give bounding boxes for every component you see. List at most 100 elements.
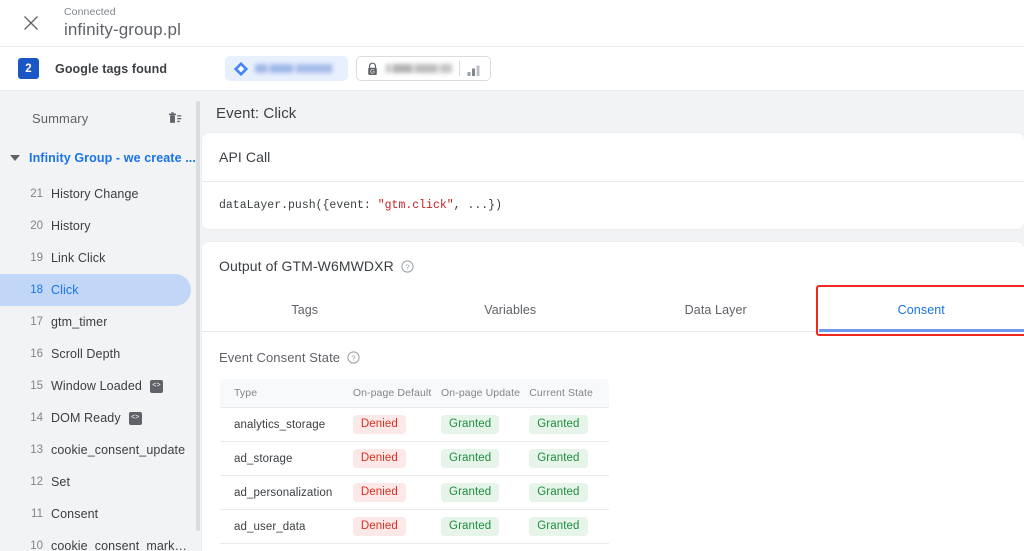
sidebar-item-set[interactable]: 12 Set	[0, 466, 191, 498]
output-card: Output of GTM-W6MWDXR ? Tags Variables Dat…	[202, 242, 1024, 551]
on-page-update-cell: Granted	[433, 475, 522, 510]
sidebar-item-cookie-consent-marketi[interactable]: 10 cookie_consent_marketi...	[0, 530, 191, 551]
sidebar-item-history-change[interactable]: 21 History Change	[0, 178, 191, 210]
sidebar-group-container[interactable]: Infinity Group - we create ...	[0, 144, 200, 172]
tab-consent[interactable]: Consent	[818, 289, 1024, 332]
sidebar-item-number: 10	[30, 540, 43, 551]
status-badge: Denied	[352, 415, 406, 434]
status-badge: Granted	[529, 449, 588, 468]
on-page-default-cell: Denied	[344, 407, 434, 442]
svg-text:?: ?	[405, 262, 409, 271]
top-header: Connected infinity-group.pl	[0, 0, 1024, 47]
sidebar-item-gtm-timer[interactable]: 17 gtm_timer	[0, 306, 191, 338]
on-page-update-cell: Granted	[433, 407, 522, 442]
on-page-update-cell: Granted	[433, 509, 522, 544]
consent-type-cell: analytics_storage	[220, 407, 345, 442]
help-icon[interactable]: ?	[347, 351, 360, 364]
table-row: ad_personalization Denied Granted Granted	[220, 475, 609, 510]
clear-list-icon[interactable]	[166, 109, 184, 127]
output-card-title-row: Output of GTM-W6MWDXR ?	[202, 242, 1024, 289]
on-page-default-cell: Denied	[344, 475, 434, 510]
redacted-measurement-id	[386, 64, 453, 73]
sidebar-group-label: Infinity Group - we create ...	[29, 151, 196, 165]
redacted-container-id	[255, 64, 340, 73]
sidebar-item-label: Link Click	[51, 251, 106, 265]
status-badge: Granted	[529, 517, 588, 536]
sidebar-item-history[interactable]: 20 History	[0, 210, 191, 242]
on-page-default-cell: Denied	[344, 543, 434, 551]
sidebar-item-number: 19	[30, 252, 43, 264]
event-sidebar: Summary Infinity Group - we create ... 2…	[0, 91, 200, 551]
on-page-default-cell: Denied	[344, 441, 434, 476]
sidebar-item-scroll-depth[interactable]: 16 Scroll Depth	[0, 338, 191, 370]
api-code-suffix: , ...})	[453, 199, 502, 212]
status-badge: Granted	[441, 449, 500, 468]
sidebar-item-dom-ready[interactable]: 14 DOM Ready <>	[0, 402, 191, 434]
gtm-container-chip[interactable]	[225, 56, 349, 81]
sidebar-item-label: History Change	[51, 187, 139, 201]
sidebar-item-number: 21	[30, 188, 43, 200]
consent-panel: Event Consent State ? Type On-page Defau…	[202, 332, 1024, 551]
sidebar-item-cookie-consent-update[interactable]: 13 cookie_consent_update	[0, 434, 191, 466]
tab-tags[interactable]: Tags	[202, 289, 408, 331]
sidebar-item-number: 15	[30, 380, 43, 392]
status-badge: Denied	[352, 483, 406, 502]
output-tabs: Tags Variables Data Layer Consent	[202, 289, 1024, 332]
table-row: ad_storage Denied Granted Granted	[220, 441, 609, 476]
sidebar-item-label: cookie_consent_update	[51, 443, 186, 457]
status-badge: Denied	[352, 449, 406, 468]
lock-icon: G	[366, 62, 379, 76]
current-state-cell: Granted	[521, 543, 609, 551]
sidebar-item-number: 17	[30, 316, 43, 328]
summary-label: Summary	[32, 110, 89, 126]
sidebar-item-window-loaded[interactable]: 15 Window Loaded <>	[0, 370, 191, 402]
sidebar-item-label: gtm_timer	[51, 315, 108, 329]
current-state-cell: Granted	[521, 475, 609, 510]
sidebar-item-number: 11	[31, 508, 43, 520]
google-tags-bar: 2 Google tags found G	[0, 47, 1024, 91]
sidebar-item-number: 14	[30, 412, 43, 424]
help-icon[interactable]: ?	[401, 259, 414, 273]
table-row: analytics_storage Denied Granted Granted	[220, 407, 609, 442]
col-on-page-default: On-page Default	[344, 379, 434, 408]
measurement-id-chip[interactable]: G	[356, 56, 492, 81]
bar-chart-icon[interactable]	[467, 63, 481, 76]
sidebar-inner: Summary Infinity Group - we create ... 2…	[0, 91, 200, 551]
api-call-title: API Call	[219, 149, 271, 165]
col-on-page-update: On-page Update	[433, 379, 522, 408]
tab-data-layer[interactable]: Data Layer	[613, 289, 819, 331]
tags-found-count: 2	[18, 58, 39, 79]
sidebar-item-label: Consent	[51, 507, 99, 521]
connection-status-label: Connected	[64, 6, 116, 18]
sidebar-item-label: Click	[51, 283, 79, 297]
sidebar-item-consent[interactable]: 11 Consent	[0, 498, 191, 530]
sidebar-item-number: 12	[30, 476, 43, 488]
close-icon	[22, 14, 40, 32]
consent-type-cell: ad_user_data	[220, 509, 345, 544]
consent-table-header-row: Type On-page Default On-page Update Curr…	[220, 379, 609, 408]
api-call-card: API Call dataLayer.push({event: "gtm.cli…	[202, 133, 1024, 229]
body-split: Summary Infinity Group - we create ... 2…	[0, 91, 1024, 551]
tab-variables[interactable]: Variables	[408, 289, 614, 331]
sidebar-item-label: DOM Ready	[51, 411, 121, 425]
on-page-default-cell: Denied	[344, 509, 434, 544]
sidebar-item-number: 20	[30, 220, 43, 232]
sidebar-item-link-click[interactable]: 19 Link Click	[0, 242, 191, 274]
sidebar-item-click[interactable]: 18 Click	[0, 274, 191, 306]
consent-table-body: analytics_storage Denied Granted Granted ad_…	[220, 407, 609, 551]
sidebar-item-number: 13	[30, 444, 43, 456]
output-card-title: Output of GTM-W6MWDXR	[219, 258, 394, 274]
main-panel: Event: Click API Call dataLayer.push({ev…	[200, 91, 1024, 551]
sidebar-item-number: 16	[30, 348, 43, 360]
sidebar-item-summary[interactable]: Summary	[0, 103, 200, 133]
table-row: functionality_storageDeniedGrantedGrante…	[220, 543, 609, 551]
tag-chip-row: G	[225, 56, 492, 81]
gtm-diamond-icon	[234, 61, 249, 76]
close-button[interactable]	[14, 6, 48, 40]
status-badge: Denied	[352, 517, 406, 536]
api-call-code: dataLayer.push({event: "gtm.click", ...}…	[202, 182, 1024, 229]
status-badge: Granted	[441, 483, 500, 502]
event-consent-state-header: Event Consent State ?	[219, 350, 1024, 365]
sidebar-item-label: Window Loaded	[51, 379, 142, 393]
event-consent-state-label: Event Consent State	[219, 350, 341, 365]
